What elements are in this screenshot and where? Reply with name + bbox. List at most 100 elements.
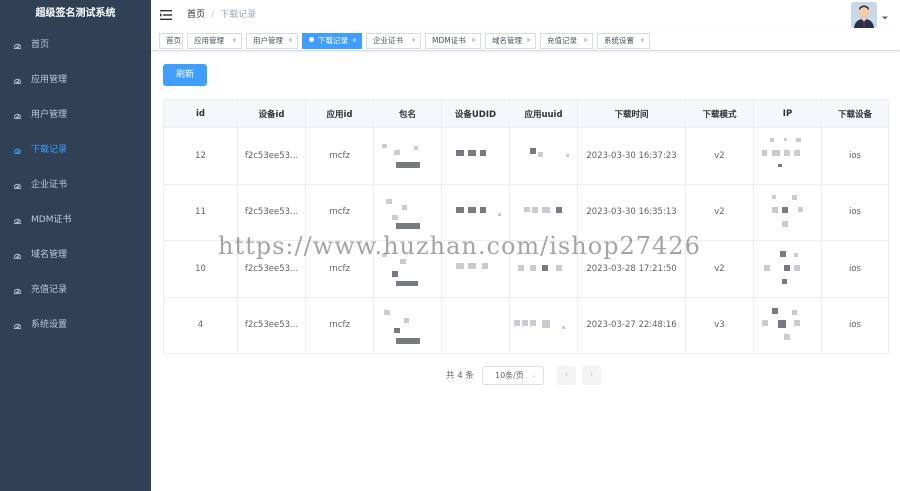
dashboard-icon — [12, 28, 22, 63]
sidebar-item-label: 企业证书 — [31, 180, 68, 190]
redacted-block — [396, 222, 420, 229]
redacted-block — [782, 279, 787, 284]
redacted-block — [402, 204, 407, 210]
tag-item[interactable]: 充值记录 × — [540, 33, 593, 49]
sidebar-item[interactable]: 系统设置 — [0, 308, 151, 343]
redacted-block — [396, 281, 418, 286]
redacted-block — [394, 327, 400, 333]
tag-label: 用户管理 — [253, 36, 283, 45]
cell-device-udid — [441, 296, 510, 354]
caret-down-icon[interactable] — [881, 14, 889, 22]
close-icon[interactable]: × — [232, 34, 237, 48]
sidebar-menu: 首页应用管理用户管理下载记录企业证书 MDM证书域名管理 充值记录系统设置 — [0, 28, 151, 343]
sidebar-item-label: 系统设置 — [31, 320, 68, 330]
cell-download-mode: v3 — [685, 296, 754, 354]
breadcrumb-separator: / — [211, 10, 215, 20]
cell-download-device: ios — [821, 183, 889, 241]
column-header: 下载模式 — [685, 99, 754, 128]
dashboard-icon — [12, 63, 22, 98]
sidebar-item-label: 下载记录 — [31, 145, 68, 155]
redacted-block — [794, 150, 800, 156]
redacted-block — [794, 319, 800, 326]
close-icon[interactable]: × — [411, 34, 416, 48]
sidebar-item[interactable]: 域名管理 — [0, 238, 151, 273]
sidebar-item[interactable]: 首页 — [0, 28, 151, 63]
redacted-block — [562, 325, 565, 329]
column-header: 设备UDID — [441, 99, 510, 128]
close-icon[interactable]: × — [526, 34, 531, 48]
active-dot-icon — [309, 37, 314, 42]
redacted-block — [762, 319, 768, 326]
redacted-block — [518, 265, 524, 271]
table-row[interactable]: 4 f2c53ee53... rncfz 2023-03-27 22:48:16 v3 i… — [163, 296, 889, 354]
sidebar-item[interactable]: 企业证书 — [0, 168, 151, 203]
dashboard-icon — [12, 238, 22, 273]
tag-item[interactable]: 用户管理 × — [246, 33, 298, 49]
redacted-block — [556, 265, 562, 271]
close-icon[interactable]: × — [471, 34, 476, 48]
sidebar-item-label: 应用管理 — [31, 75, 68, 85]
close-icon[interactable]: × — [288, 34, 293, 48]
column-header: 应用uuid — [509, 99, 578, 128]
redacted-block — [468, 206, 476, 213]
sidebar-item[interactable]: 下载记录 — [0, 133, 151, 168]
sidebar: 超级签名测试系统 首页应用管理用户管理下载记录企业证书 MDM证书域名管理 充值记录… — [0, 0, 151, 491]
redacted-block — [794, 253, 798, 257]
cell-ip — [753, 296, 822, 354]
cell-device-id: f2c53ee53... — [237, 127, 306, 185]
avatar[interactable] — [851, 2, 877, 28]
redacted-block — [524, 206, 530, 212]
redacted-block — [538, 152, 543, 157]
redacted-block — [530, 148, 536, 154]
cell-download-device: ios — [821, 127, 889, 185]
cell-app-id: rncfz — [305, 296, 374, 354]
page-size-select[interactable]: 10条/页 ⌄ — [482, 366, 544, 385]
tag-item[interactable]: 企业证书 × — [366, 33, 421, 49]
redacted-block — [784, 138, 787, 141]
redacted-block — [396, 337, 420, 344]
redacted-block — [386, 198, 392, 204]
close-icon[interactable]: × — [352, 34, 357, 48]
navbar: 首页 / 下载记录 — [151, 0, 900, 30]
tag-item[interactable]: 系统设置 × — [597, 33, 650, 49]
breadcrumb-current: 下载记录 — [220, 10, 257, 20]
sidebar-item-label: MDM证书 — [31, 215, 72, 225]
cell-ip — [753, 127, 822, 185]
redacted-block — [764, 265, 770, 271]
cell-download-time: 2023-03-30 16:37:23 — [577, 127, 686, 185]
redacted-block — [780, 251, 786, 257]
dashboard-icon — [12, 98, 22, 133]
tag-item[interactable]: 首页 — [159, 33, 183, 49]
hamburger-menu-icon[interactable] — [159, 8, 173, 22]
redacted-block — [532, 206, 538, 213]
sidebar-item[interactable]: MDM证书 — [0, 203, 151, 238]
redacted-block — [542, 206, 550, 213]
sidebar-item[interactable]: 充值记录 — [0, 273, 151, 308]
next-page-button[interactable]: › — [582, 366, 601, 385]
refresh-button[interactable]: 刷新 — [163, 64, 207, 86]
column-header: 应用id — [305, 99, 374, 128]
cell-ip — [753, 183, 822, 241]
redacted-block — [792, 194, 797, 200]
cell-id: 12 — [163, 127, 238, 185]
column-header: 下载时间 — [577, 99, 686, 128]
sidebar-item-label: 首页 — [31, 40, 50, 50]
download-records-table: id 设备id 应用id 包名 设备UDID 应用uuid 下载时间 下载模式 IP 下载设备 1… — [163, 99, 889, 354]
tag-label: MDM证书 — [432, 36, 466, 45]
breadcrumb: 首页 / 下载记录 — [187, 0, 256, 30]
close-icon[interactable]: × — [640, 34, 645, 48]
close-icon[interactable]: × — [583, 34, 588, 48]
redacted-block — [778, 319, 786, 328]
redacted-block — [396, 162, 420, 168]
tag-item[interactable]: 应用管理 × — [187, 33, 242, 49]
tag-item[interactable]: 下载记录 × — [302, 33, 362, 49]
prev-page-button[interactable]: ‹ — [557, 366, 576, 385]
sidebar-item[interactable]: 用户管理 — [0, 98, 151, 133]
tag-item[interactable]: 域名管理 × — [485, 33, 536, 49]
app-title: 超级签名测试系统 — [35, 8, 116, 19]
tag-item[interactable]: MDM证书 × — [425, 33, 481, 49]
breadcrumb-home[interactable]: 首页 — [187, 10, 205, 20]
table-row[interactable]: 12 f2c53ee53... rncfz 2023-03-30 16:37:23 v2… — [163, 127, 889, 185]
redacted-block — [392, 271, 398, 277]
sidebar-item[interactable]: 应用管理 — [0, 63, 151, 98]
